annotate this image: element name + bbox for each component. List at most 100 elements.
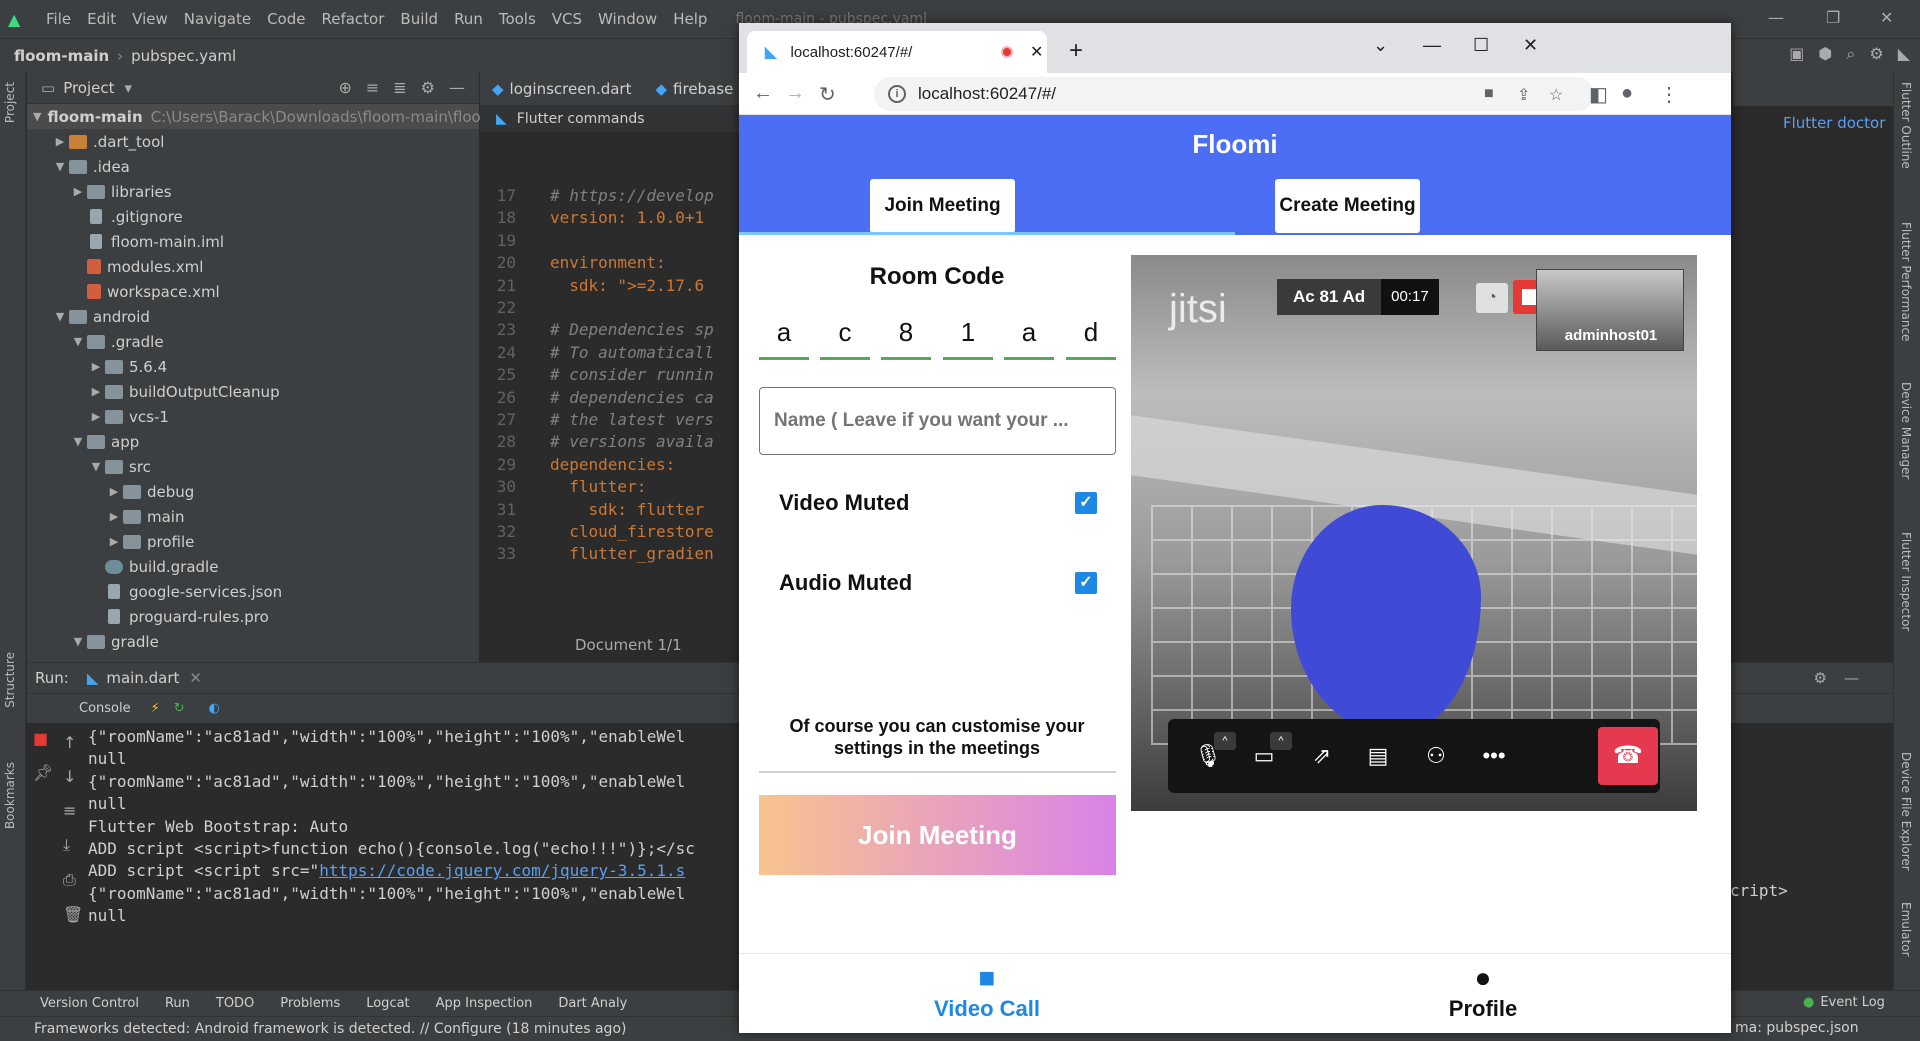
microphone-icon[interactable]: 🎙︎ ^: [1188, 732, 1236, 774]
tree-item[interactable]: floom-main.iml: [27, 229, 479, 254]
video-muted-checkbox[interactable]: ✓: [1075, 492, 1097, 514]
tree-item[interactable]: ▶ profile: [27, 529, 479, 554]
project-panel-title[interactable]: Project: [63, 79, 114, 97]
bookmark-star-icon[interactable]: ☆: [1549, 85, 1563, 105]
tab-loginscreen[interactable]: ◆ loginscreen.dart: [480, 80, 643, 98]
hot-reload-icon[interactable]: ⚡: [151, 701, 160, 716]
menu-tools[interactable]: Tools: [491, 10, 544, 28]
arrow-down-icon[interactable]: ↓: [63, 767, 83, 786]
ide-restore-icon[interactable]: ❐: [1826, 8, 1840, 27]
tree-item[interactable]: ▶ debug: [27, 479, 479, 504]
device-icon[interactable]: ▣: [1789, 44, 1804, 64]
flutter-icon[interactable]: ◣: [1898, 44, 1910, 64]
side-panel-icon[interactable]: ◧: [1589, 82, 1608, 107]
join-meeting-tab[interactable]: Join Meeting: [870, 179, 1015, 233]
browser-minimize-icon[interactable]: —: [1423, 35, 1441, 56]
settings-icon[interactable]: ⚙: [1869, 44, 1883, 64]
stop-icon[interactable]: ■: [33, 729, 48, 748]
tree-item[interactable]: ▼ .gradle: [27, 329, 479, 354]
menu-view[interactable]: View: [124, 10, 176, 28]
room-code-digit[interactable]: 1: [943, 305, 993, 360]
scroll-to-end-icon[interactable]: ⤓: [63, 835, 83, 855]
bottom-tool-button[interactable]: Problems: [280, 996, 340, 1011]
chevron-right-icon[interactable]: ▶: [87, 385, 105, 398]
search-icon[interactable]: ⌕: [1846, 44, 1855, 64]
tool-tab-project[interactable]: Project: [3, 82, 17, 123]
tree-item[interactable]: ▼ src: [27, 454, 479, 479]
devtools-icon[interactable]: ◐: [209, 701, 220, 716]
more-options-icon[interactable]: •••: [1474, 738, 1514, 774]
tree-item[interactable]: build.gradle: [27, 554, 479, 579]
bottom-tool-button[interactable]: TODO: [216, 996, 254, 1011]
menu-code[interactable]: Code: [259, 10, 313, 28]
console-link[interactable]: https://code.jquery.com/jquery-3.5.1.s: [319, 861, 685, 880]
tree-item[interactable]: ▼ floom-main C:\Users\Barack\Downloads\flo…: [27, 104, 481, 129]
hang-up-icon[interactable]: ☎: [1598, 727, 1658, 785]
browser-close-icon[interactable]: ✕: [1523, 35, 1538, 56]
tool-tab-bookmarks[interactable]: Bookmarks: [3, 762, 17, 829]
menu-refactor[interactable]: Refactor: [313, 10, 392, 28]
audio-muted-checkbox[interactable]: ✓: [1075, 572, 1097, 594]
profile-avatar-icon[interactable]: ●: [1621, 82, 1633, 105]
new-tab-icon[interactable]: +: [1069, 37, 1083, 65]
menu-navigate[interactable]: Navigate: [176, 10, 259, 28]
participant-thumbnail[interactable]: adminhost01: [1536, 269, 1684, 351]
room-code-digit[interactable]: c: [820, 305, 870, 360]
close-tab-icon[interactable]: ✕: [1030, 42, 1043, 62]
json-schema-status[interactable]: ma: pubspec.json: [1735, 1020, 1859, 1036]
print-icon[interactable]: ⎙: [63, 870, 83, 890]
expand-all-icon[interactable]: ≡: [366, 78, 379, 97]
room-code-digit[interactable]: 8: [881, 305, 931, 360]
flutter-commands-label[interactable]: Flutter commands: [517, 111, 645, 127]
chevron-right-icon[interactable]: ▶: [105, 485, 123, 498]
tab-firebase[interactable]: ◆ firebase: [643, 80, 745, 98]
room-code-digit[interactable]: d: [1066, 305, 1116, 360]
hot-restart-icon[interactable]: ↻: [174, 701, 185, 716]
tab-search-icon[interactable]: ⌄: [1373, 35, 1388, 56]
bottom-tool-button[interactable]: Version Control: [40, 996, 139, 1011]
chevron-down-icon[interactable]: ▾: [125, 79, 133, 97]
menu-vcs[interactable]: VCS: [544, 10, 590, 28]
bottom-tool-button[interactable]: Dart Analy: [558, 996, 627, 1011]
browser-maximize-icon[interactable]: ☐: [1473, 35, 1489, 56]
chevron-up-icon[interactable]: ^: [1214, 732, 1236, 750]
chevron-down-icon[interactable]: ▼: [69, 435, 87, 448]
tool-tab-structure[interactable]: Structure: [3, 652, 17, 708]
back-icon[interactable]: ←: [753, 82, 773, 105]
chevron-down-icon[interactable]: ▼: [87, 460, 105, 473]
chevron-down-icon[interactable]: ▼: [69, 335, 87, 348]
console-tab[interactable]: Console: [79, 701, 131, 716]
chevron-down-icon[interactable]: ▼: [51, 160, 69, 173]
clear-icon[interactable]: 🗑︎: [63, 905, 83, 924]
tree-item[interactable]: ▼ .idea: [27, 154, 479, 179]
browser-tab[interactable]: ◣ localhost:60247/#/ ✕: [747, 31, 1047, 73]
ide-minimize-icon[interactable]: —: [1768, 8, 1784, 27]
menu-edit[interactable]: Edit: [79, 10, 124, 28]
tool-tab-emulator[interactable]: Emulator: [1899, 902, 1913, 957]
tool-tab-flutter-inspector[interactable]: Flutter Inspector: [1899, 532, 1913, 631]
menu-build[interactable]: Build: [392, 10, 446, 28]
chevron-down-icon[interactable]: ▼: [51, 310, 69, 323]
camera-toggle-icon[interactable]: ▭ ^: [1244, 732, 1292, 774]
forward-icon[interactable]: →: [785, 82, 805, 105]
soft-wrap-icon[interactable]: ≡: [63, 801, 83, 820]
ide-close-icon[interactable]: ✕: [1880, 8, 1893, 27]
tree-item[interactable]: ▶ .dart_tool: [27, 129, 479, 154]
tree-item[interactable]: ▼ gradle: [27, 629, 479, 654]
join-meeting-button[interactable]: Join Meeting: [759, 795, 1116, 875]
tree-item[interactable]: workspace.xml: [27, 279, 479, 304]
tool-tab-device-manager[interactable]: Device Manager: [1899, 382, 1913, 479]
chevron-right-icon[interactable]: ▶: [69, 185, 87, 198]
tree-item[interactable]: ▶ libraries: [27, 179, 479, 204]
jitsi-video-frame[interactable]: jitsi Ac 81 Ad 00:17 ◔ adminhost01 🎙︎ ^ ▭…: [1131, 255, 1697, 811]
settings-icon[interactable]: ⚙: [1814, 669, 1827, 687]
tree-item[interactable]: proguard-rules.pro: [27, 604, 479, 629]
tool-tab-flutter-performance[interactable]: Flutter Performance: [1899, 222, 1913, 341]
gear-icon[interactable]: ⚙: [421, 78, 435, 97]
camera-icon[interactable]: ■: [1484, 85, 1494, 103]
tool-tab-device-file-explorer[interactable]: Device File Explorer: [1899, 752, 1913, 871]
chevron-up-icon[interactable]: ^: [1270, 732, 1292, 750]
audio-muted-row[interactable]: Audio Muted ✓: [779, 563, 1119, 603]
chevron-right-icon[interactable]: ▶: [105, 535, 123, 548]
locate-icon[interactable]: ⊕: [338, 78, 351, 97]
